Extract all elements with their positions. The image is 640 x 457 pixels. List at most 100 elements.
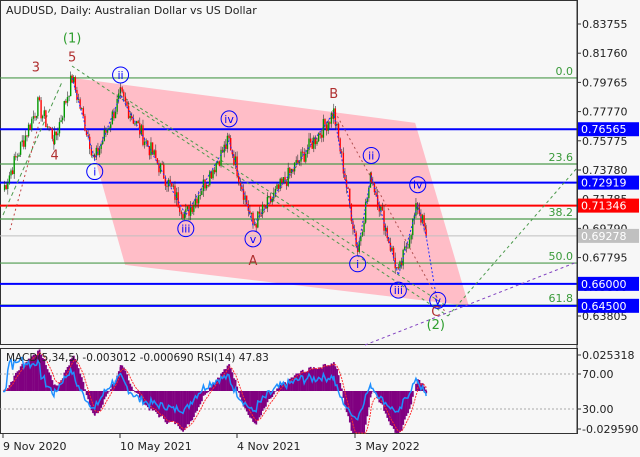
- macd-bar: [221, 372, 224, 391]
- candle-body: [311, 142, 313, 149]
- candle-body: [205, 185, 208, 189]
- candle-body: [226, 135, 229, 149]
- candle-body: [271, 198, 273, 203]
- candle-body: [209, 171, 211, 186]
- macd-bar: [260, 391, 263, 416]
- wave-label: i: [356, 258, 359, 271]
- macd-bar: [15, 372, 17, 391]
- macd-bar: [135, 391, 138, 393]
- candle-body: [156, 158, 159, 164]
- macd-bar: [119, 365, 122, 391]
- fib-level-label: 61.8: [549, 292, 574, 305]
- wave-label: ii: [118, 69, 124, 82]
- candle-body: [381, 206, 384, 211]
- wave-label: B: [329, 87, 338, 102]
- candle-body: [199, 194, 201, 196]
- candle-body: [172, 185, 175, 187]
- candle-body: [40, 100, 42, 119]
- candle-body: [19, 142, 22, 155]
- macd-bar: [370, 391, 373, 394]
- wave-label: (1): [63, 31, 81, 46]
- candle-body: [90, 148, 93, 156]
- macd-bar: [26, 361, 28, 391]
- candle-body: [185, 209, 187, 213]
- macd-bar: [132, 390, 135, 391]
- candle-body: [316, 141, 318, 145]
- wave-label: iii: [394, 284, 403, 297]
- macd-bar: [274, 391, 277, 392]
- candle-body: [193, 205, 195, 212]
- macd-bar: [249, 391, 251, 418]
- candle-body: [253, 224, 256, 226]
- macd-bar: [261, 391, 264, 411]
- macd-bar: [194, 391, 197, 413]
- candle-body: [300, 151, 302, 162]
- macd-bar: [400, 391, 403, 431]
- candle-body: [166, 185, 168, 187]
- candle-body: [407, 247, 409, 249]
- candle-body: [164, 178, 167, 186]
- macd-tick-label: 70.00: [582, 368, 614, 381]
- candle-body: [16, 156, 19, 158]
- candle-body: [81, 108, 83, 110]
- candle-body: [364, 201, 367, 223]
- candle-body: [191, 206, 193, 212]
- macd-bar: [276, 388, 279, 391]
- candle-body: [415, 203, 417, 216]
- macd-bar: [237, 391, 240, 393]
- macd-bar: [202, 391, 205, 396]
- wave-label: v: [250, 233, 257, 246]
- chart-canvas[interactable]: 0.023.638.250.061.8(1)534iiiiiiivvABiiii…: [0, 0, 640, 457]
- candle-body: [399, 261, 401, 269]
- candle-body: [114, 111, 117, 119]
- macd-bar: [403, 391, 406, 420]
- macd-bar: [109, 389, 112, 391]
- candle-body: [363, 222, 365, 233]
- candle-body: [201, 191, 203, 195]
- macd-bar: [415, 383, 417, 391]
- macd-bar: [273, 391, 275, 395]
- candle-body: [423, 215, 425, 227]
- macd-bar: [137, 391, 140, 394]
- candle-body: [110, 124, 112, 128]
- candle-body: [124, 96, 127, 102]
- candle-body: [313, 137, 315, 149]
- wave-label: A: [249, 254, 258, 269]
- candle-body: [34, 116, 36, 118]
- fib-level-label: 50.0: [549, 250, 574, 263]
- candle-body: [285, 181, 288, 186]
- macd-bar: [402, 391, 405, 425]
- candle-body: [276, 184, 278, 190]
- candle-body: [11, 170, 14, 175]
- candle-body: [13, 156, 15, 175]
- date-tick-label: 4 Nov 2021: [237, 440, 300, 453]
- candle-body: [127, 105, 130, 119]
- candle-body: [408, 239, 411, 248]
- candle-body: [186, 206, 189, 210]
- macd-bar: [82, 381, 85, 391]
- macd-bar: [191, 391, 194, 421]
- candle-body: [207, 185, 209, 187]
- candle-body: [58, 122, 61, 134]
- candle-body: [126, 101, 128, 106]
- candle-body: [57, 133, 59, 136]
- chart-window: 0.0 23.6 38.2 50.0 61.8 (1) 5 3 4 i ii iii iv v A Bi ii i…: [0, 0, 640, 457]
- price-tick-label: 0.77770: [582, 106, 628, 119]
- candle-body: [274, 189, 277, 193]
- candle-body: [169, 179, 171, 183]
- candle-body: [66, 97, 69, 103]
- candle-body: [349, 188, 351, 204]
- candle-body: [397, 267, 400, 269]
- candle-body: [196, 198, 198, 204]
- candle-body: [392, 247, 395, 258]
- candle-body: [329, 122, 331, 124]
- macd-bar: [16, 371, 19, 391]
- macd-bar: [106, 391, 109, 394]
- candle-body: [84, 115, 86, 131]
- macd-bar: [66, 366, 69, 391]
- price-tick-label: 0.83755: [582, 18, 628, 31]
- candle-body: [246, 195, 248, 204]
- candle-body: [155, 150, 157, 159]
- candle-body: [319, 133, 321, 135]
- candle-body: [309, 138, 312, 143]
